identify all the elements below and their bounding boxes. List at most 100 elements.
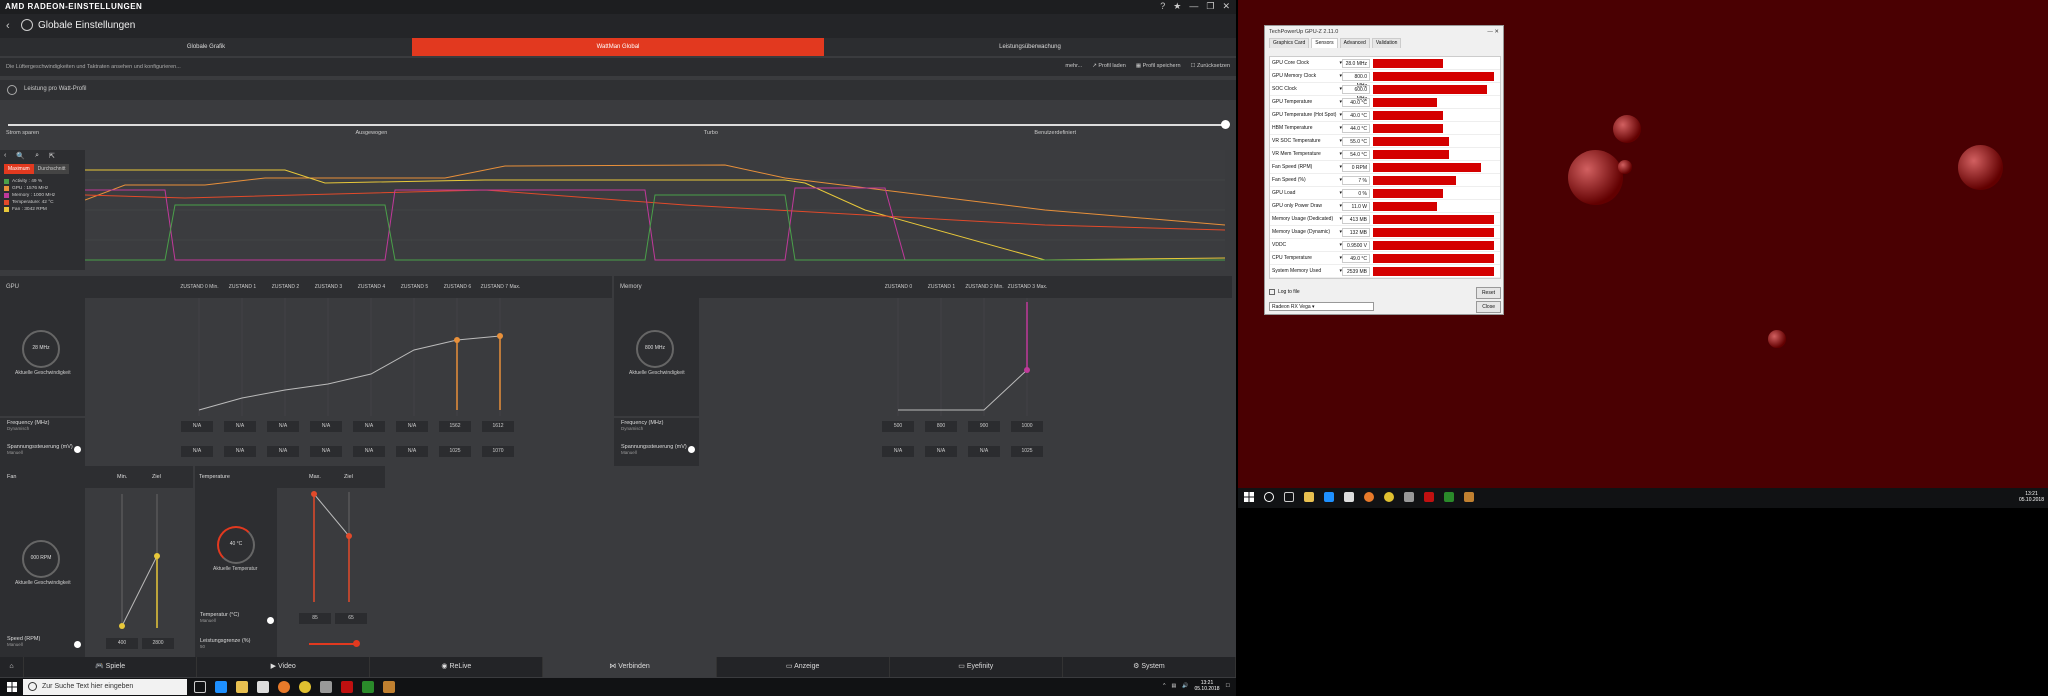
volume-icon[interactable]: 🔊: [1182, 683, 1188, 689]
fan-manual-toggle[interactable]: [74, 641, 81, 648]
gpuz-reset-button[interactable]: Reset: [1475, 287, 1501, 299]
cortana-icon[interactable]: [1264, 492, 1274, 502]
preset-power-save[interactable]: Strom sparen: [6, 130, 39, 136]
firefox-icon[interactable]: [278, 681, 290, 693]
memory-volt-2[interactable]: N/A: [968, 446, 1000, 457]
fan-speed-target[interactable]: 2800: [142, 638, 174, 649]
help-icon[interactable]: ?: [1160, 1, 1165, 12]
gpu-volt-1[interactable]: N/A: [224, 446, 256, 457]
radeon-settings-icon[interactable]: [1424, 492, 1434, 502]
gpu-freq-1[interactable]: N/A: [224, 421, 256, 432]
app-icon[interactable]: [1464, 492, 1474, 502]
power-limit-knob[interactable]: [353, 640, 360, 647]
memory-freq-2[interactable]: 900: [968, 421, 1000, 432]
minimize-icon[interactable]: —: [1189, 1, 1198, 12]
maximum-button[interactable]: Maximum: [4, 164, 34, 174]
tab-wattman-global[interactable]: WattMan Global: [412, 38, 824, 56]
sensor-name[interactable]: VR Mem Temperature ▾: [1270, 151, 1342, 157]
save-profile-button[interactable]: ▦ Profil speichern: [1136, 63, 1181, 69]
sensor-name[interactable]: System Memory Used ▾: [1270, 268, 1342, 274]
gpu-freq-0[interactable]: N/A: [181, 421, 213, 432]
file-explorer-icon[interactable]: [236, 681, 248, 693]
sensor-name[interactable]: Memory Usage (Dedicated) ▾: [1270, 216, 1342, 222]
gpu-volt-3[interactable]: N/A: [310, 446, 342, 457]
chrome-icon[interactable]: [1384, 492, 1394, 502]
app-icon[interactable]: [383, 681, 395, 693]
gpuz-icon[interactable]: [1444, 492, 1454, 502]
chrome-icon[interactable]: [299, 681, 311, 693]
gpu-freq-6[interactable]: 1562: [439, 421, 471, 432]
gpuz-icon[interactable]: [362, 681, 374, 693]
nav-connect[interactable]: ⋈ Verbinden: [543, 657, 717, 677]
preset-turbo[interactable]: Turbo: [704, 130, 718, 136]
average-button[interactable]: Durchschnitt: [33, 164, 70, 174]
graph-back-icon[interactable]: ‹: [4, 152, 6, 160]
gpuz-close-icon[interactable]: ✕: [1494, 29, 1499, 35]
memory-volt-1[interactable]: N/A: [925, 446, 957, 457]
star-icon[interactable]: ★: [1173, 1, 1181, 12]
sensor-name[interactable]: GPU Temperature (Hot Spot) ▾: [1270, 112, 1342, 118]
load-profile-button[interactable]: ↗ Profil laden: [1092, 63, 1126, 69]
preset-custom[interactable]: Benutzerdefiniert: [1034, 130, 1076, 136]
gpu-volt-4[interactable]: N/A: [353, 446, 385, 457]
taskbar-right-clock[interactable]: 13:21 05.10.2018: [2019, 491, 2044, 503]
preset-balanced[interactable]: Ausgewogen: [355, 130, 387, 136]
firefox-icon[interactable]: [1364, 492, 1374, 502]
restore-icon[interactable]: ❐: [1206, 1, 1214, 12]
preset-slider-track[interactable]: [8, 124, 1226, 126]
nav-video[interactable]: ▶ Video: [197, 657, 371, 677]
memory-freq-1[interactable]: 800: [925, 421, 957, 432]
gpuz-tab-graphics-card[interactable]: Graphics Card: [1269, 38, 1310, 48]
calculator-icon[interactable]: [320, 681, 332, 693]
nav-system[interactable]: ⚙ System: [1063, 657, 1236, 677]
gpu-voltage-toggle[interactable]: [74, 446, 81, 453]
profile-row[interactable]: Leistung pro Watt-Profil: [0, 80, 1236, 100]
preset-slider[interactable]: Strom sparen Ausgewogen Turbo Benutzerde…: [0, 114, 1236, 140]
temperature-manual-toggle[interactable]: [267, 617, 274, 624]
sensor-name[interactable]: Fan Speed (RPM) ▾: [1270, 164, 1342, 170]
radeon-settings-icon[interactable]: [341, 681, 353, 693]
taskbar-clock[interactable]: 13:21 05.10.2018: [1194, 680, 1219, 692]
fan-speed-min[interactable]: 400: [106, 638, 138, 649]
memory-freq-0[interactable]: 500: [882, 421, 914, 432]
network-icon[interactable]: ▤: [1172, 683, 1177, 689]
sensor-name[interactable]: GPU Memory Clock ▾: [1270, 73, 1342, 79]
tray-chevron-icon[interactable]: ^: [1163, 683, 1165, 689]
sensor-name[interactable]: VDDC ▾: [1270, 242, 1342, 248]
zoom-icon[interactable]: 🔍: [16, 152, 25, 160]
edge-icon[interactable]: [1324, 492, 1334, 502]
sensor-name[interactable]: Fan Speed (%) ▾: [1270, 177, 1342, 183]
tab-leistungsueberwachung[interactable]: Leistungsüberwachung: [824, 38, 1236, 56]
gpu-volt-6[interactable]: 1025: [439, 446, 471, 457]
more-link[interactable]: mehr...: [1065, 63, 1082, 69]
sensor-name[interactable]: GPU Temperature ▾: [1270, 99, 1342, 105]
sensor-name[interactable]: SOC Clock ▾: [1270, 86, 1342, 92]
gpu-freq-2[interactable]: N/A: [267, 421, 299, 432]
gpu-freq-5[interactable]: N/A: [396, 421, 428, 432]
back-icon[interactable]: ‹: [6, 20, 10, 32]
file-explorer-icon[interactable]: [1304, 492, 1314, 502]
windows-start-icon[interactable]: [7, 682, 17, 692]
store-icon[interactable]: [1344, 492, 1354, 502]
gpuz-tab-advanced[interactable]: Advanced: [1339, 38, 1370, 48]
close-icon[interactable]: ✕: [1222, 1, 1230, 12]
gpuz-device-select[interactable]: Radeon RX Vega ▾: [1269, 302, 1374, 311]
temperature-max-value[interactable]: 85: [299, 613, 331, 624]
nav-eyefinity[interactable]: ▭ Eyefinity: [890, 657, 1063, 677]
gpuz-tab-validation[interactable]: Validation: [1371, 38, 1402, 48]
gpu-freq-7[interactable]: 1612: [482, 421, 514, 432]
gpu-volt-2[interactable]: N/A: [267, 446, 299, 457]
tab-globale-grafik[interactable]: Globale Grafik: [0, 38, 412, 56]
home-button[interactable]: ⌂: [0, 657, 24, 677]
sensor-name[interactable]: GPU Core Clock ▾: [1270, 60, 1342, 66]
gpuz-tab-sensors[interactable]: Sensors: [1311, 38, 1338, 48]
memory-volt-0[interactable]: N/A: [882, 446, 914, 457]
notifications-icon[interactable]: ☐: [1226, 683, 1230, 689]
task-view-icon[interactable]: [1284, 492, 1294, 502]
preset-slider-knob[interactable]: [1221, 120, 1230, 129]
store-icon[interactable]: [257, 681, 269, 693]
gpu-volt-5[interactable]: N/A: [396, 446, 428, 457]
gpu-freq-4[interactable]: N/A: [353, 421, 385, 432]
zoom-out-icon[interactable]: ⌕: [35, 152, 39, 160]
memory-freq-3[interactable]: 1000: [1011, 421, 1043, 432]
